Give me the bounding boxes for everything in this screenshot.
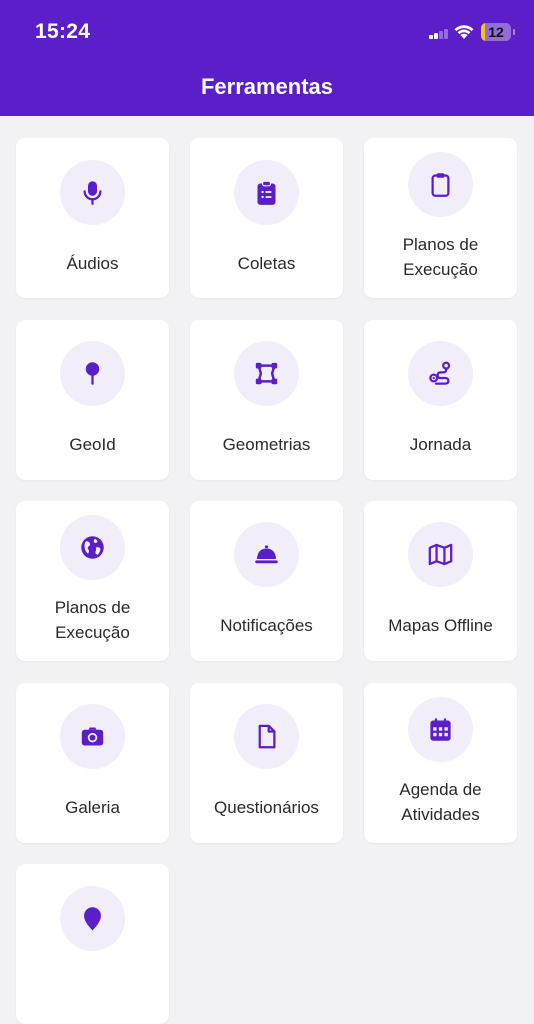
clipboard-icon	[431, 173, 450, 197]
tool-card-notificacoes[interactable]: Notificações	[190, 501, 343, 661]
tool-label: Geometrias	[222, 435, 311, 454]
microphone-icon	[83, 181, 102, 205]
tool-label: Coletas	[237, 254, 296, 273]
tool-label: GeoId	[69, 435, 116, 454]
wifi-icon	[454, 25, 474, 39]
tool-card-audios[interactable]: Áudios	[16, 138, 169, 298]
tool-card-mapas-offline[interactable]: Mapas Offline	[364, 501, 517, 661]
status-time: 15:24	[35, 20, 91, 43]
tool-label: Agenda de Atividades	[399, 780, 482, 824]
tool-icon-badge	[234, 522, 299, 587]
tool-card-agenda-atividades[interactable]: Agenda de Atividades	[364, 683, 517, 843]
tool-label: Jornada	[409, 435, 472, 454]
tool-label: Planos de Execução	[54, 598, 131, 642]
tool-label: Questionários	[214, 798, 319, 817]
calendar-icon	[430, 718, 451, 741]
tool-card-planos-execucao-globe[interactable]: Planos de Execução	[16, 501, 169, 661]
tool-icon-badge	[60, 704, 125, 769]
tool-card-geoid[interactable]: GeoId	[16, 320, 169, 480]
tool-card-location[interactable]	[16, 864, 169, 1024]
app-header: 15:24 12 Ferramentas	[0, 0, 534, 116]
location-marker-icon	[84, 907, 101, 931]
tool-icon-badge	[60, 160, 125, 225]
tool-label: Áudios	[66, 254, 119, 273]
tool-card-questionarios[interactable]: Questionários	[190, 683, 343, 843]
camera-icon	[81, 727, 104, 746]
bell-service-icon	[255, 545, 278, 564]
polygon-icon	[255, 362, 278, 385]
globe-icon	[81, 536, 104, 559]
tool-card-coletas[interactable]: Coletas	[190, 138, 343, 298]
tool-icon-badge	[408, 697, 473, 762]
tool-icon-badge	[60, 341, 125, 406]
document-icon	[258, 724, 276, 749]
battery-cap	[513, 29, 515, 35]
page-title: Ferramentas	[200, 74, 334, 99]
battery-level: 12	[488, 24, 504, 40]
tool-card-galeria[interactable]: Galeria	[16, 683, 169, 843]
tool-card-planos-execucao[interactable]: Planos de Execução	[364, 138, 517, 298]
cellular-signal-icon	[429, 29, 449, 39]
tool-label: Galeria	[65, 798, 120, 817]
tool-icon-badge	[234, 704, 299, 769]
tool-icon-badge	[60, 515, 125, 580]
tool-label: Mapas Offline	[388, 616, 493, 635]
battery-icon: 12	[481, 23, 511, 41]
route-icon	[429, 361, 451, 385]
map-pin-icon	[85, 362, 100, 385]
tool-card-geometrias[interactable]: Geometrias	[190, 320, 343, 480]
map-icon	[428, 543, 453, 566]
tool-label: Planos de Execução	[402, 235, 479, 279]
tool-card-jornada[interactable]: Jornada	[364, 320, 517, 480]
tool-icon-badge	[408, 522, 473, 587]
clipboard-list-icon	[257, 180, 276, 205]
tool-icon-badge	[60, 886, 125, 951]
tool-icon-badge	[408, 341, 473, 406]
tool-label: Notificações	[220, 616, 313, 635]
tool-icon-badge	[408, 152, 473, 217]
tool-icon-badge	[234, 160, 299, 225]
tool-icon-badge	[234, 341, 299, 406]
